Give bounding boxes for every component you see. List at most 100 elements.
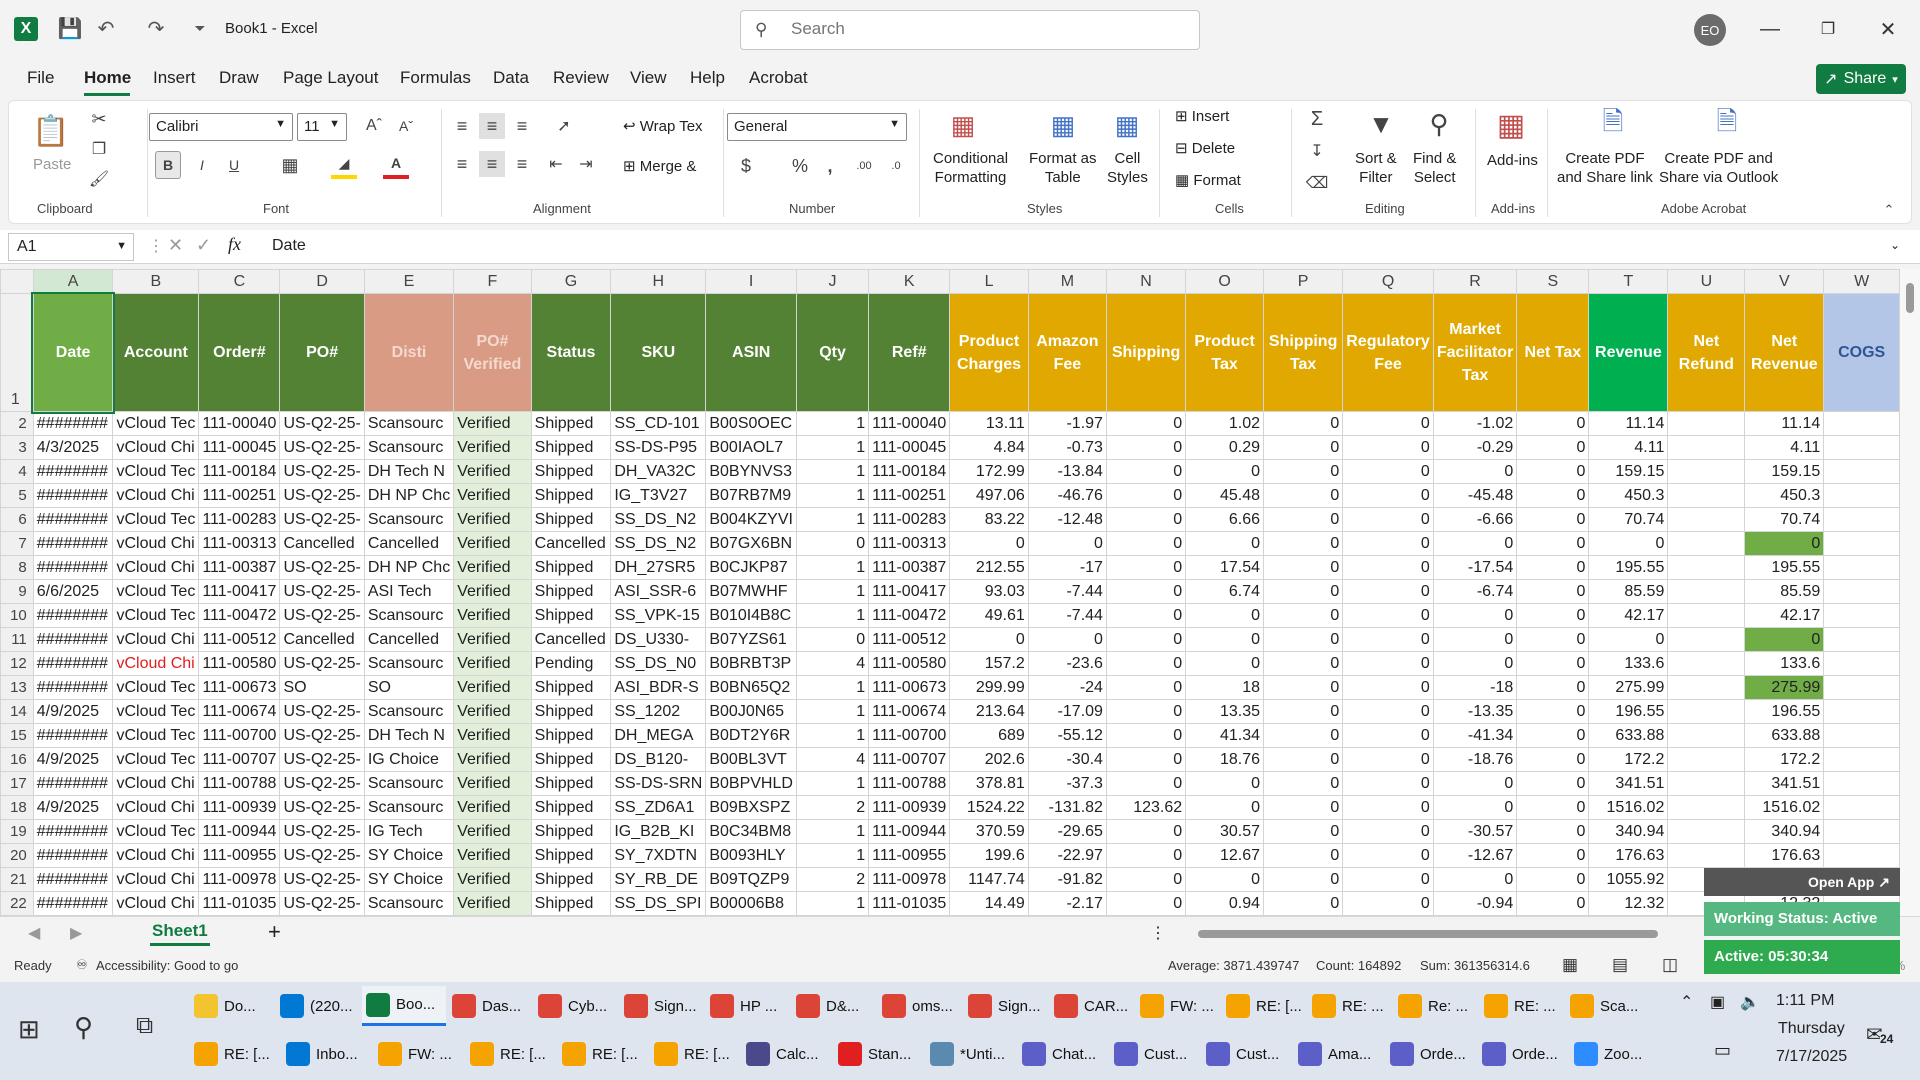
table-cell[interactable]: 1	[795, 555, 870, 580]
row-header[interactable]: 22	[0, 891, 34, 916]
table-cell[interactable]	[1823, 627, 1900, 652]
column-header-b[interactable]: B	[112, 269, 200, 294]
taskbar-app-button[interactable]: Sca...	[1566, 986, 1650, 1026]
table-cell[interactable]: vCloud Tec	[112, 459, 200, 484]
table-cell[interactable]: 1	[795, 579, 870, 604]
table-cell[interactable]: 1516.02	[1588, 795, 1669, 820]
table-cell[interactable]: 93.03	[949, 579, 1029, 604]
table-cell[interactable]: 0	[1342, 603, 1434, 628]
clear-icon[interactable]: ⌫	[1305, 171, 1329, 195]
column-header-cell[interactable]: Account	[112, 293, 200, 412]
table-cell[interactable]	[1667, 651, 1746, 676]
table-cell[interactable]	[1823, 771, 1900, 796]
table-cell[interactable]: 341.51	[1744, 771, 1825, 796]
table-cell[interactable]: Cancelled	[530, 627, 612, 652]
table-cell[interactable]: 0	[1342, 435, 1434, 460]
table-cell[interactable]: 0	[1342, 627, 1434, 652]
table-cell[interactable]: 196.55	[1744, 699, 1825, 724]
table-cell[interactable]: 450.3	[1588, 483, 1669, 508]
table-cell[interactable]: vCloud Chi	[112, 651, 200, 676]
column-header-h[interactable]: H	[610, 269, 707, 294]
table-cell[interactable]: 111-00674	[198, 699, 281, 724]
table-cell[interactable]: 0	[1105, 603, 1187, 628]
underline-icon[interactable]: U	[221, 151, 247, 179]
table-cell[interactable]: 196.55	[1588, 699, 1669, 724]
table-cell[interactable]: ASI Tech	[363, 579, 455, 604]
row-header[interactable]: 5	[0, 483, 34, 508]
orientation-icon[interactable]: ➚	[549, 113, 579, 139]
table-cell[interactable]: B0BYNVS3	[705, 459, 797, 484]
table-cell[interactable]: US-Q2-25-	[279, 483, 365, 508]
table-cell[interactable]: -12.48	[1027, 507, 1107, 532]
collapse-ribbon-icon[interactable]: ⌃	[1879, 201, 1899, 219]
table-cell[interactable]: 0	[1105, 771, 1187, 796]
menu-page-layout[interactable]: Page Layout	[283, 68, 378, 88]
vertical-scroll-thumb[interactable]	[1906, 283, 1914, 313]
table-cell[interactable]: 2	[795, 867, 870, 892]
table-cell[interactable]: -0.73	[1027, 435, 1107, 460]
table-cell[interactable]	[1823, 411, 1900, 436]
table-cell[interactable]: DH Tech N	[363, 723, 455, 748]
menu-review[interactable]: Review	[553, 68, 609, 88]
table-cell[interactable]: 111-00700	[198, 723, 281, 748]
table-cell[interactable]: 0	[1516, 699, 1590, 724]
avatar[interactable]: EO	[1694, 14, 1726, 46]
table-cell[interactable]	[1667, 699, 1746, 724]
status-sum[interactable]: Sum: 361356314.6	[1420, 958, 1530, 973]
table-cell[interactable]: B00IAOL7	[705, 435, 797, 460]
table-cell[interactable]: SS_ZD6A1	[610, 795, 707, 820]
table-cell[interactable]: Scansourc	[363, 699, 455, 724]
column-header-cell[interactable]: Status	[530, 293, 612, 412]
table-cell[interactable]: 176.63	[1588, 843, 1669, 868]
table-cell[interactable]	[1823, 819, 1900, 844]
table-cell[interactable]: 4.11	[1588, 435, 1669, 460]
row-header[interactable]: 11	[0, 627, 34, 652]
table-cell[interactable]: US-Q2-25-	[279, 651, 365, 676]
table-cell[interactable]: SS_1202	[610, 699, 707, 724]
table-cell[interactable]: 0	[1105, 459, 1187, 484]
table-cell[interactable]: vCloud Chi	[112, 891, 200, 916]
table-cell[interactable]	[1823, 579, 1900, 604]
table-cell[interactable]: 0	[1342, 531, 1434, 556]
table-cell[interactable]: B09BXSPZ	[705, 795, 797, 820]
column-header-cell[interactable]: Net Refund	[1667, 293, 1746, 412]
add-ins-button[interactable]: Add-ins	[1487, 151, 1538, 170]
table-cell[interactable]: Scansourc	[363, 651, 455, 676]
table-cell[interactable]: 0	[1432, 531, 1518, 556]
table-cell[interactable]: 1.02	[1185, 411, 1265, 436]
table-cell[interactable]: -23.6	[1027, 651, 1107, 676]
table-cell[interactable]: 202.6	[949, 747, 1029, 772]
table-cell[interactable]: DH_27SR5	[610, 555, 707, 580]
table-cell[interactable]: Shipped	[530, 747, 612, 772]
table-cell[interactable]: -46.76	[1027, 483, 1107, 508]
taskbar-app-button[interactable]: D&...	[792, 986, 876, 1026]
row-header[interactable]: 14	[0, 699, 34, 724]
table-cell[interactable]: vCloud Chi	[112, 843, 200, 868]
more-sheets-icon[interactable]: ⋮	[1150, 923, 1166, 943]
table-cell[interactable]: SS_VPK-15	[610, 603, 707, 628]
table-cell[interactable]: DS_U330-	[610, 627, 707, 652]
table-cell[interactable]	[1667, 531, 1746, 556]
clock-date[interactable]: 7/17/2025	[1776, 1048, 1847, 1066]
table-cell[interactable]: ########	[32, 555, 114, 580]
decrease-font-icon[interactable]: Aˇ	[393, 113, 419, 139]
table-cell[interactable]: 1	[795, 603, 870, 628]
column-header-m[interactable]: M	[1027, 269, 1107, 294]
table-cell[interactable]: ########	[32, 507, 114, 532]
table-cell[interactable]: -37.3	[1027, 771, 1107, 796]
table-cell[interactable]: Shipped	[530, 507, 612, 532]
table-cell[interactable]: 111-00313	[198, 531, 281, 556]
table-cell[interactable]: 0	[1263, 459, 1344, 484]
table-cell[interactable]: Cancelled	[279, 531, 365, 556]
table-cell[interactable]: B010I4B8C	[705, 603, 797, 628]
menu-help[interactable]: Help	[690, 68, 725, 88]
table-cell[interactable]: -17	[1027, 555, 1107, 580]
table-cell[interactable]: 6.66	[1185, 507, 1265, 532]
table-cell[interactable]	[1667, 603, 1746, 628]
table-cell[interactable]: 111-00580	[198, 651, 281, 676]
table-cell[interactable]: 4/9/2025	[32, 795, 114, 820]
table-cell[interactable]: 0	[1342, 459, 1434, 484]
restore-icon[interactable]: ❐	[1810, 14, 1846, 44]
table-cell[interactable]: Scansourc	[363, 507, 455, 532]
column-header-r[interactable]: R	[1432, 269, 1518, 294]
